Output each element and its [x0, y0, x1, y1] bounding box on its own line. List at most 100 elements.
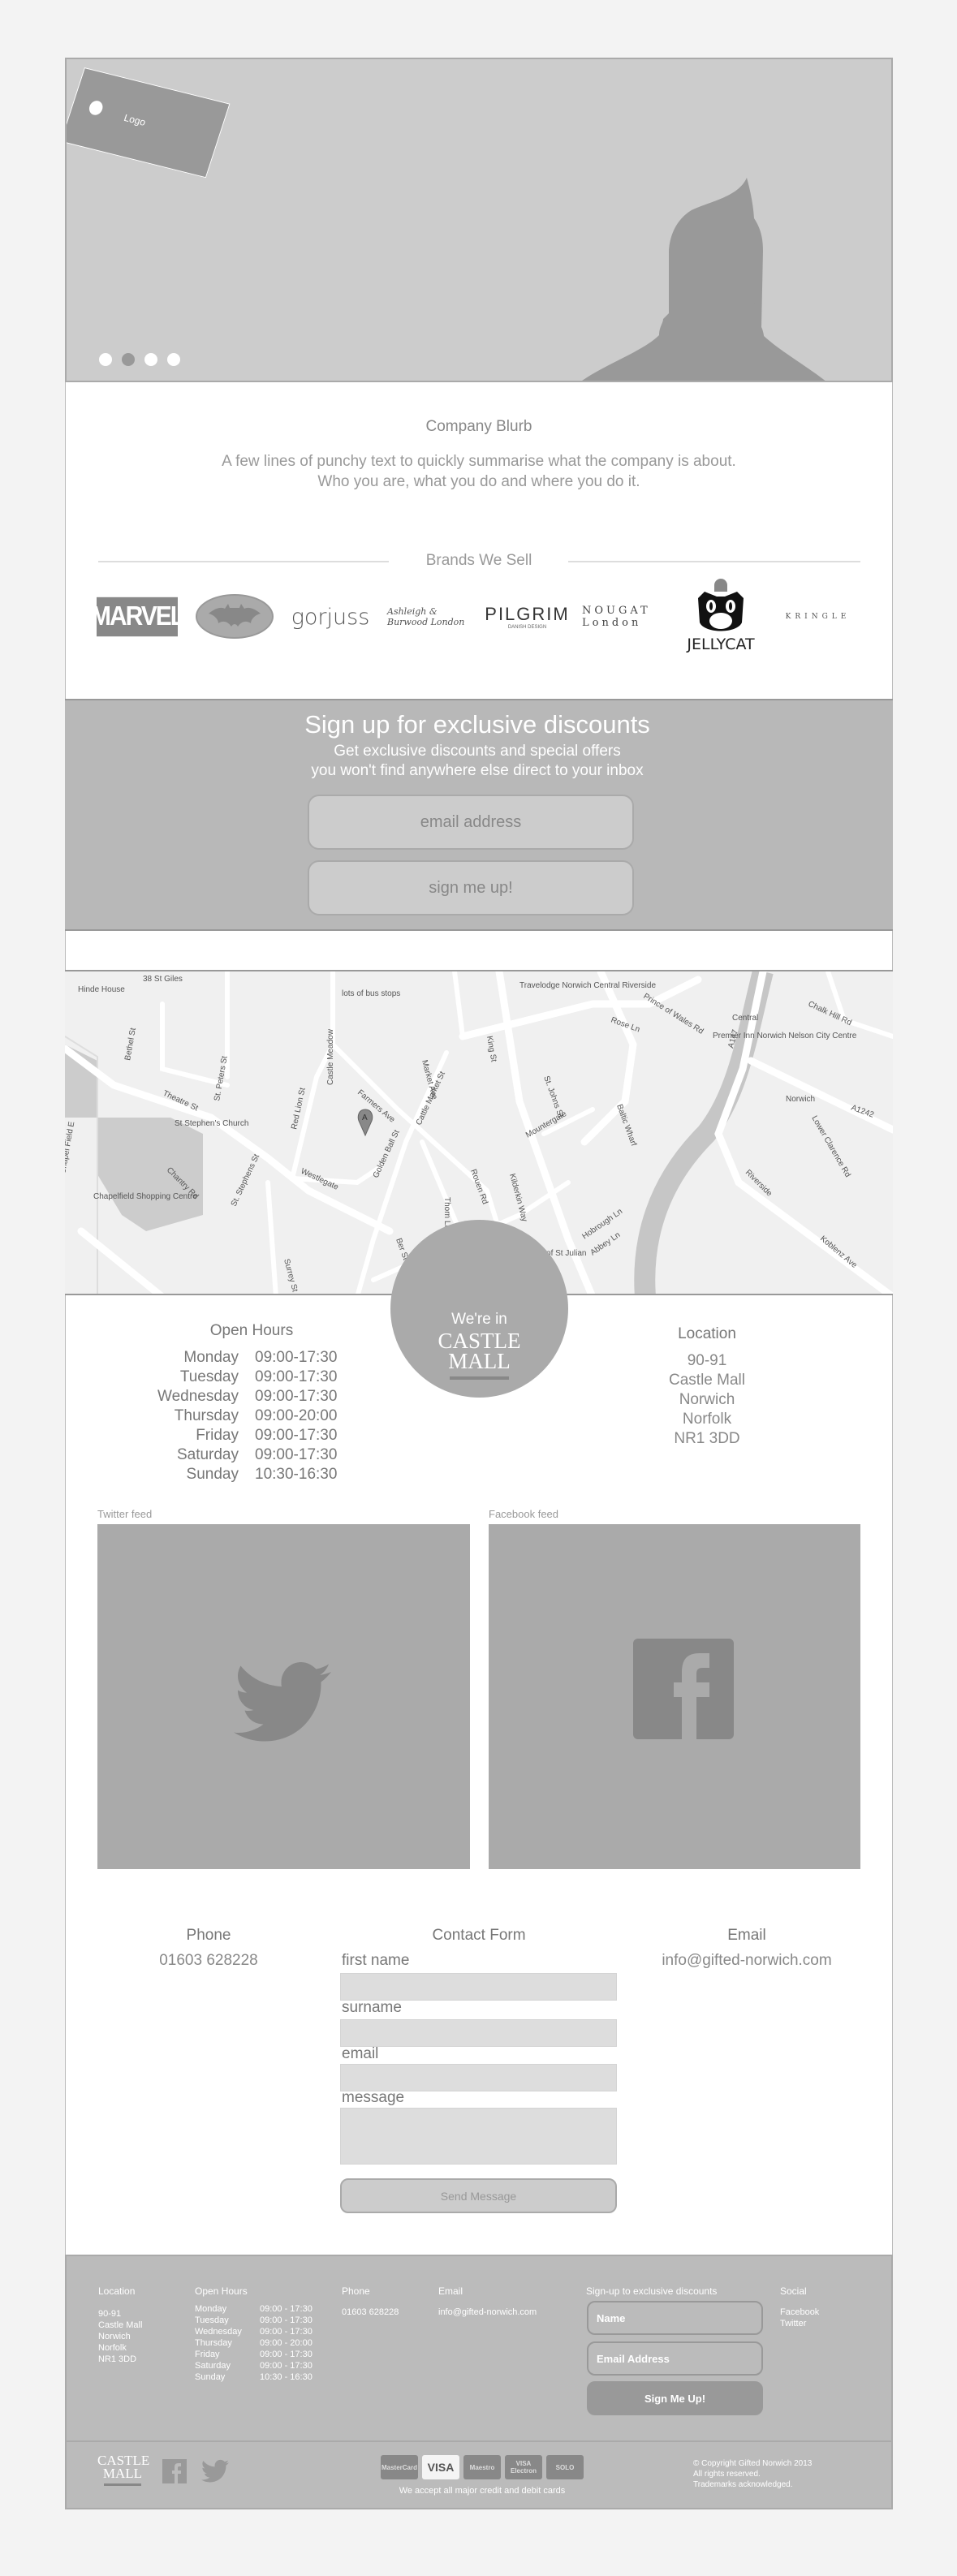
footer-address-line: NR1 3DD [98, 2354, 137, 2364]
brand-ashleigh-text: Ashleigh & Burwood London [387, 606, 465, 627]
footer-twitter-icon[interactable] [201, 2459, 229, 2483]
copyright-line: © Copyright Gifted Norwich 2013 [693, 2459, 813, 2468]
map-label: lots of bus stops [342, 989, 400, 998]
facebook-feed-label: Facebook feed [489, 1508, 559, 1520]
footer-hours-row: Thursday 09:00 - 20:00 [195, 2337, 333, 2349]
footer-phone-title: Phone [342, 2285, 370, 2297]
hours-day: Sunday [186, 1466, 239, 1483]
phone-number: 01603 628228 [159, 1952, 258, 1969]
email-label: email [342, 2045, 379, 2062]
footer-hours-title: Open Hours [195, 2285, 248, 2297]
bat-icon [209, 604, 261, 627]
footer-hours-row: Sunday 10:30 - 16:30 [195, 2371, 333, 2383]
message-textarea[interactable] [340, 2108, 617, 2165]
badge-underline [450, 1376, 509, 1380]
signup-title: Sign up for exclusive discounts [304, 710, 650, 739]
map-label: Central [732, 1014, 758, 1023]
surname-input[interactable] [340, 2019, 617, 2047]
copyright-line: Trademarks acknowledged. [693, 2480, 793, 2489]
hours-row: Thursday 09:00-20:00 [122, 1406, 382, 1426]
email-input[interactable] [340, 2064, 617, 2091]
brand-nougat[interactable]: NOUGAT London [582, 597, 667, 637]
hours-row: Monday 09:00-17:30 [122, 1348, 382, 1368]
location-address: 90-91 Castle Mall Norwich Norfolk NR1 3DD [626, 1351, 788, 1449]
badge-line-1: We're in [451, 1311, 507, 1328]
brand-marvel[interactable]: MARVEL [91, 597, 185, 637]
blurb-title: Company Blurb [425, 418, 532, 435]
facebook-icon [633, 1639, 734, 1739]
card-maestro: Maestro [463, 2455, 501, 2479]
footer-name-input[interactable]: Name [587, 2301, 763, 2335]
send-message-button[interactable]: Send Message [340, 2178, 617, 2213]
footer-hours: Monday 09:00 - 17:30 Tuesday 09:00 - 17:30 W… [195, 2303, 333, 2383]
map-label: 38 St Giles [143, 975, 183, 984]
map-label: Chapelfield Shopping Centre [93, 1192, 197, 1201]
footer-signup-title: Sign-up to exclusive discounts [586, 2285, 718, 2297]
hours-row: Sunday 10:30-16:30 [122, 1465, 382, 1484]
brand-pilgrim-text: PILGRIM [485, 604, 570, 624]
hero-slider: Logo [65, 58, 893, 382]
map-label: Norwich [786, 1095, 815, 1104]
slide-dot-1[interactable] [99, 353, 112, 366]
brand-kringle[interactable]: KRINGLE [775, 597, 860, 637]
map-label: Chapel Field E [65, 1121, 76, 1175]
slider-dots [99, 353, 180, 366]
slide-dot-4[interactable] [167, 353, 180, 366]
footer-signup-button[interactable]: Sign Me Up! [587, 2381, 763, 2415]
address-line: 90-91 [687, 1352, 727, 1369]
footer-hours-day: Monday [195, 2304, 227, 2314]
map-label: St. Stephens St [230, 1152, 261, 1208]
address-line: Castle Mall [669, 1372, 745, 1389]
slide-dot-2[interactable] [122, 353, 135, 366]
surname-label: surname [342, 1999, 402, 2016]
brand-batman-logo[interactable] [196, 594, 274, 639]
brand-ashleigh-burwood[interactable]: Ashleigh & Burwood London [387, 597, 472, 637]
footer-hours-row: Tuesday 09:00 - 17:30 [195, 2315, 333, 2326]
facebook-feed[interactable] [489, 1524, 860, 1869]
footer-divider [67, 2440, 891, 2442]
slide-dot-3[interactable] [144, 353, 157, 366]
brand-jellycat[interactable]: JELLYCAT [680, 575, 761, 655]
footer-hours-day: Friday [195, 2350, 220, 2359]
brands-title: Brands We Sell [425, 552, 532, 569]
message-label: message [342, 2089, 405, 2106]
footer-address-line: Castle Mall [98, 2320, 143, 2330]
location-title: Location [678, 1325, 736, 1342]
footer-email-input[interactable]: Email Address [587, 2341, 763, 2376]
hours-row: Friday 09:00-17:30 [122, 1426, 382, 1445]
open-hours-title: Open Hours [209, 1322, 294, 1339]
map-marker-icon[interactable]: A [357, 1109, 373, 1137]
email-title: Email [727, 1927, 766, 1944]
footer: Location 90-91 Castle Mall Norwich Norfolk N… [65, 2255, 893, 2509]
signup-email-input[interactable]: email address [308, 795, 634, 850]
castle-mall-badge: We're in CASTLE MALL [390, 1220, 568, 1398]
footer-email[interactable]: info@gifted-norwich.com [438, 2307, 537, 2318]
signup-subtitle-1: Get exclusive discounts and special offe… [334, 743, 621, 760]
hours-time: 10:30-16:30 [255, 1466, 338, 1483]
blurb-line-1: A few lines of punchy text to quickly su… [222, 453, 736, 470]
card-visa: VISA [422, 2455, 459, 2479]
signup-submit-button[interactable]: sign me up! [308, 860, 634, 915]
footer-twitter-link[interactable]: Twitter [780, 2318, 806, 2329]
footer-facebook-icon[interactable] [162, 2459, 187, 2483]
twitter-feed[interactable] [97, 1524, 470, 1869]
signup-section: Sign up for exclusive discounts Get excl… [65, 699, 893, 931]
map-label: King St [485, 1036, 498, 1063]
signup-subtitle-2: you won't find anywhere else direct to y… [311, 762, 644, 779]
first-name-input[interactable] [340, 1973, 617, 2001]
footer-hours-day: Tuesday [195, 2315, 229, 2325]
map-label: Chalk Hill Rd [807, 1000, 853, 1027]
logo[interactable]: Logo [67, 67, 231, 179]
brand-gorjuss[interactable]: gorjuss [290, 597, 371, 637]
brand-pilgrim[interactable]: PILGRIM DANISH DESIGN [485, 597, 570, 637]
first-name-label: first name [342, 1952, 410, 1969]
map-label: Travelodge Norwich Central Riverside [519, 981, 656, 990]
footer-facebook-link[interactable]: Facebook [780, 2307, 819, 2318]
hours-time: 09:00-17:30 [255, 1349, 338, 1366]
brand-jellycat-text: JELLYCAT [687, 635, 755, 653]
email-address[interactable]: info@gifted-norwich.com [633, 1952, 860, 1970]
footer-hours-time: 09:00 - 17:30 [260, 2327, 313, 2337]
contact-form-title: Contact Form [432, 1927, 526, 1944]
hours-row: Wednesday 09:00-17:30 [122, 1387, 382, 1406]
brand-pilgrim-sub: DANISH DESIGN [507, 625, 547, 630]
